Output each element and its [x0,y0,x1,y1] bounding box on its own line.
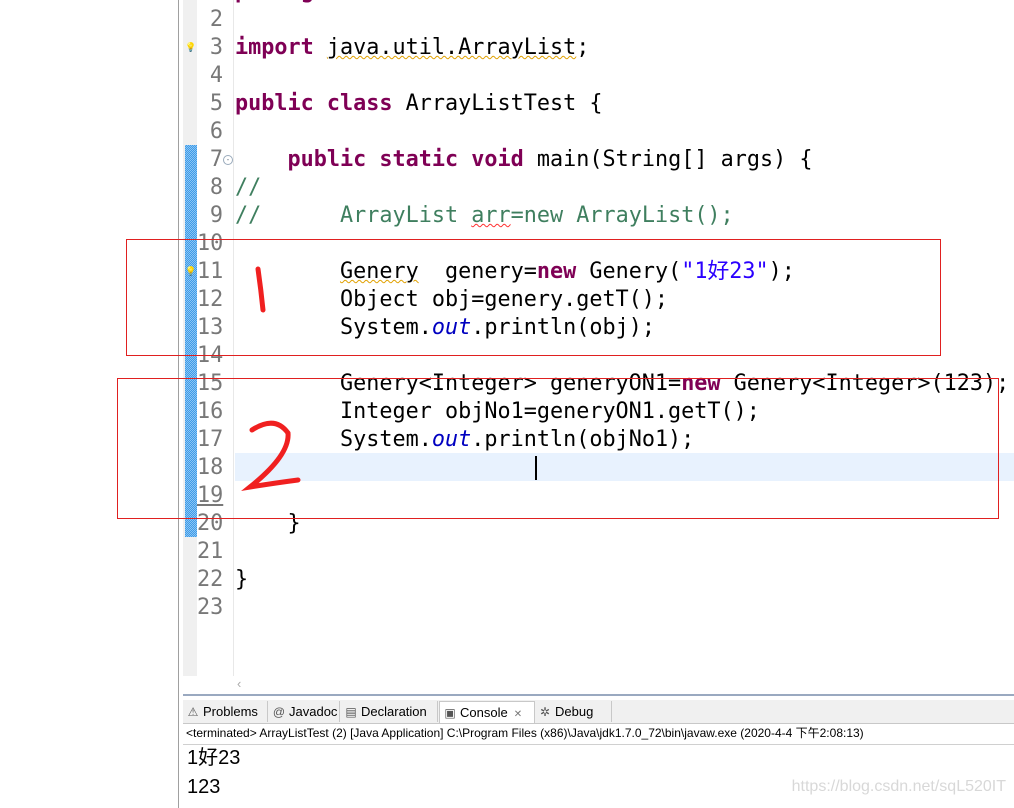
divider [183,744,1014,745]
tab-problems[interactable]: ⚠ Problems [183,701,268,722]
code-token: // [235,175,262,200]
line-number: 3 [209,35,223,60]
code-token: import [235,35,314,60]
watermark: https://blog.csdn.net/sqL520IT [791,778,1006,795]
code-token: public [287,147,367,172]
tab-label: Debug [555,704,594,719]
scroll-left-icon[interactable]: ‹ [237,676,241,691]
tab-label: Console [460,705,508,720]
line-number: 8 [209,175,223,200]
line-number: 9 [209,203,223,228]
console-output-line: 1好23 [187,747,241,769]
code-token: static [379,147,459,172]
line-number: 6 [209,119,223,144]
line-number: 4 [209,63,223,88]
tab-label: Problems [203,704,258,719]
line-number: 2 [209,7,223,32]
handwritten-1 [255,266,266,313]
code-line[interactable]: package ... [235,0,393,6]
console-header: <terminated> ArrayListTest (2) [Java App… [186,726,864,740]
code-line[interactable]: // [235,174,261,202]
code-token: main(String[] args) { [523,147,813,172]
console-output-line: 123 [187,776,221,798]
handwritten-annotations [241,266,301,491]
line-number: 23 [197,595,224,620]
code-token: ... [353,0,392,4]
code-token: java.util.ArrayList [326,35,577,60]
console-icon: ▣ [444,706,456,720]
code-line[interactable]: public class ArrayListTest { [235,90,602,118]
handwritten-2 [241,420,301,491]
code-line[interactable]: public static void main(String[] args) { [235,146,813,174]
code-token: ArrayListTest { [392,91,603,116]
tab-label: Declaration [361,704,427,719]
code-token: public [235,91,314,116]
code-token: // ArrayList [235,203,472,228]
code-token: } [235,567,249,592]
line-number: 21 [197,539,224,564]
line-number: 5 [209,91,223,116]
line-number: 7 [209,147,223,172]
at-icon: @ [272,705,286,719]
close-icon[interactable]: ✕ [514,709,522,720]
code-token: package [235,0,327,4]
view-tabs: ⚠ Problems @ Javadoc ▤ Declaration ▣ Console ✕ ✲ D… [183,700,1014,724]
tab-label: Javadoc [289,704,338,719]
declaration-icon: ▤ [345,705,357,719]
code-token: void [471,147,524,172]
code-token: =new ArrayList(); [510,203,734,228]
code-token: class [326,91,393,116]
code-line[interactable]: } [235,566,248,594]
fold-collapse-icon[interactable]: - [223,155,233,165]
code-line[interactable]: // ArrayList arr=new ArrayList(); [235,202,734,230]
horizontal-scrollbar[interactable]: ‹ [183,676,1014,696]
bug-icon: ✲ [539,705,551,719]
code-token: ; [576,35,590,60]
line-number: 22 [197,567,224,592]
tab-declaration[interactable]: ▤ Declaration [341,701,438,722]
tab-console[interactable]: ▣ Console ✕ [439,701,535,723]
problems-icon: ⚠ [187,705,199,719]
code-line[interactable]: import java.util.ArrayList; [235,34,589,62]
code-token: arr [471,203,511,228]
warning-lightbulb-icon[interactable]: 💡 [185,42,197,54]
tab-javadoc[interactable]: @ Javadoc [269,701,340,722]
tab-debug[interactable]: ✲ Debug [535,701,612,722]
